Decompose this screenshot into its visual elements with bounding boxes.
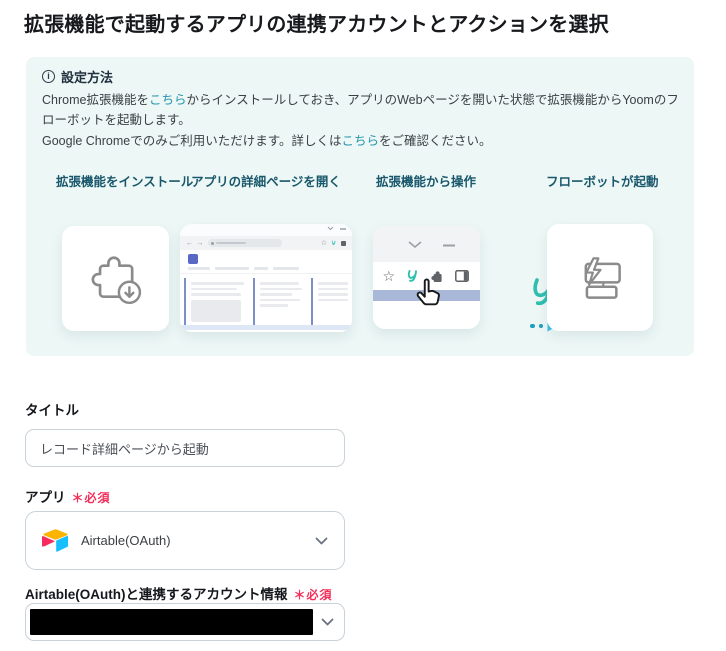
redacted-value [30, 609, 313, 635]
account-select[interactable] [25, 603, 345, 641]
chevron-down-icon [315, 537, 328, 544]
step-label: アプリの詳細ページを開く [191, 175, 341, 189]
step-card-install [61, 226, 169, 331]
step-operate-extension: 拡張機能から操作 ☆ [370, 171, 482, 329]
lock-icon [211, 241, 215, 245]
airtable-logo [42, 529, 69, 552]
step-open-app-page: アプリの詳細ページを開く ← → ☆ [176, 171, 356, 332]
browser-page-illustration: ← → ☆ [180, 224, 352, 332]
chevron-down-icon [407, 241, 422, 249]
browser-titlebar [180, 224, 352, 236]
step-label: 拡張機能から操作 [375, 175, 476, 189]
required-badge: ＊必須 [71, 491, 111, 505]
browser-addressbar: ← → ☆ [180, 236, 352, 250]
guide-line-1: Chrome拡張機能をこちらからインストールしておき、アプリのWebページを開い… [42, 93, 679, 128]
account-field-label: Airtable(OAuth)と連携するアカウント情報 ＊必須 [25, 587, 333, 602]
app-logo-mock [188, 254, 198, 264]
step-label: フローボットが起動 [546, 175, 659, 189]
url-text [216, 241, 247, 245]
page-header-mock [180, 250, 352, 274]
page-title: 拡張機能で起動するアプリの連携アカウントとアクションを選択 [24, 14, 609, 36]
hand-cursor-icon [416, 278, 440, 306]
browser-top-mock [372, 226, 480, 262]
chevron-down-icon [321, 618, 334, 626]
minimize-icon [442, 244, 455, 247]
guide-description: Chrome拡張機能をこちらからインストールしておき、アプリのWebページを開い… [42, 90, 690, 151]
extension-toolbar-illustration: ☆ [372, 226, 480, 329]
details-here-link[interactable]: こちら [342, 134, 380, 148]
setup-page: 拡張機能で起動するアプリの連携アカウントとアクションを選択 設定方法 Chrom… [0, 0, 726, 651]
install-here-link[interactable]: こちら [149, 93, 187, 107]
page-columns-mock [180, 274, 352, 325]
step-install-extension: 拡張機能をインストール [56, 171, 194, 331]
step-label: 拡張機能をインストール [56, 175, 194, 189]
title-input[interactable] [25, 429, 345, 467]
yoom-mini-icon [331, 240, 336, 246]
guide-header: 設定方法 [42, 67, 113, 86]
url-field [208, 239, 283, 247]
sidebar-panel-icon [455, 270, 470, 282]
flowbot-illustration [547, 224, 653, 331]
info-icon [42, 70, 55, 83]
bookmark-star-icon: ☆ [382, 268, 396, 284]
bookmark-star-icon: ☆ [320, 239, 327, 247]
guide-header-label: 設定方法 [61, 70, 114, 85]
app-select[interactable]: Airtable(OAuth) [25, 511, 345, 570]
puzzle-download-icon [91, 255, 142, 304]
nav-arrows-icon: ← → [186, 239, 205, 247]
setup-guide-panel: 設定方法 Chrome拡張機能をこちらからインストールしておき、アプリのWebペ… [26, 57, 694, 356]
required-badge: ＊必須 [293, 588, 333, 602]
flowbot-icon [584, 256, 621, 299]
title-field-label: タイトル [25, 403, 79, 418]
guide-line-2: Google Chromeでのみご利用いただけます。詳しくはこちらをご確認くださ… [42, 133, 492, 148]
extensions-puzzle-icon [341, 240, 346, 246]
step-flowbot-launch: フローボットが起動 [546, 171, 659, 331]
window-controls-icon [327, 226, 346, 231]
app-select-value: Airtable(OAuth) [81, 533, 171, 548]
app-field-label: アプリ ＊必須 [25, 490, 111, 505]
